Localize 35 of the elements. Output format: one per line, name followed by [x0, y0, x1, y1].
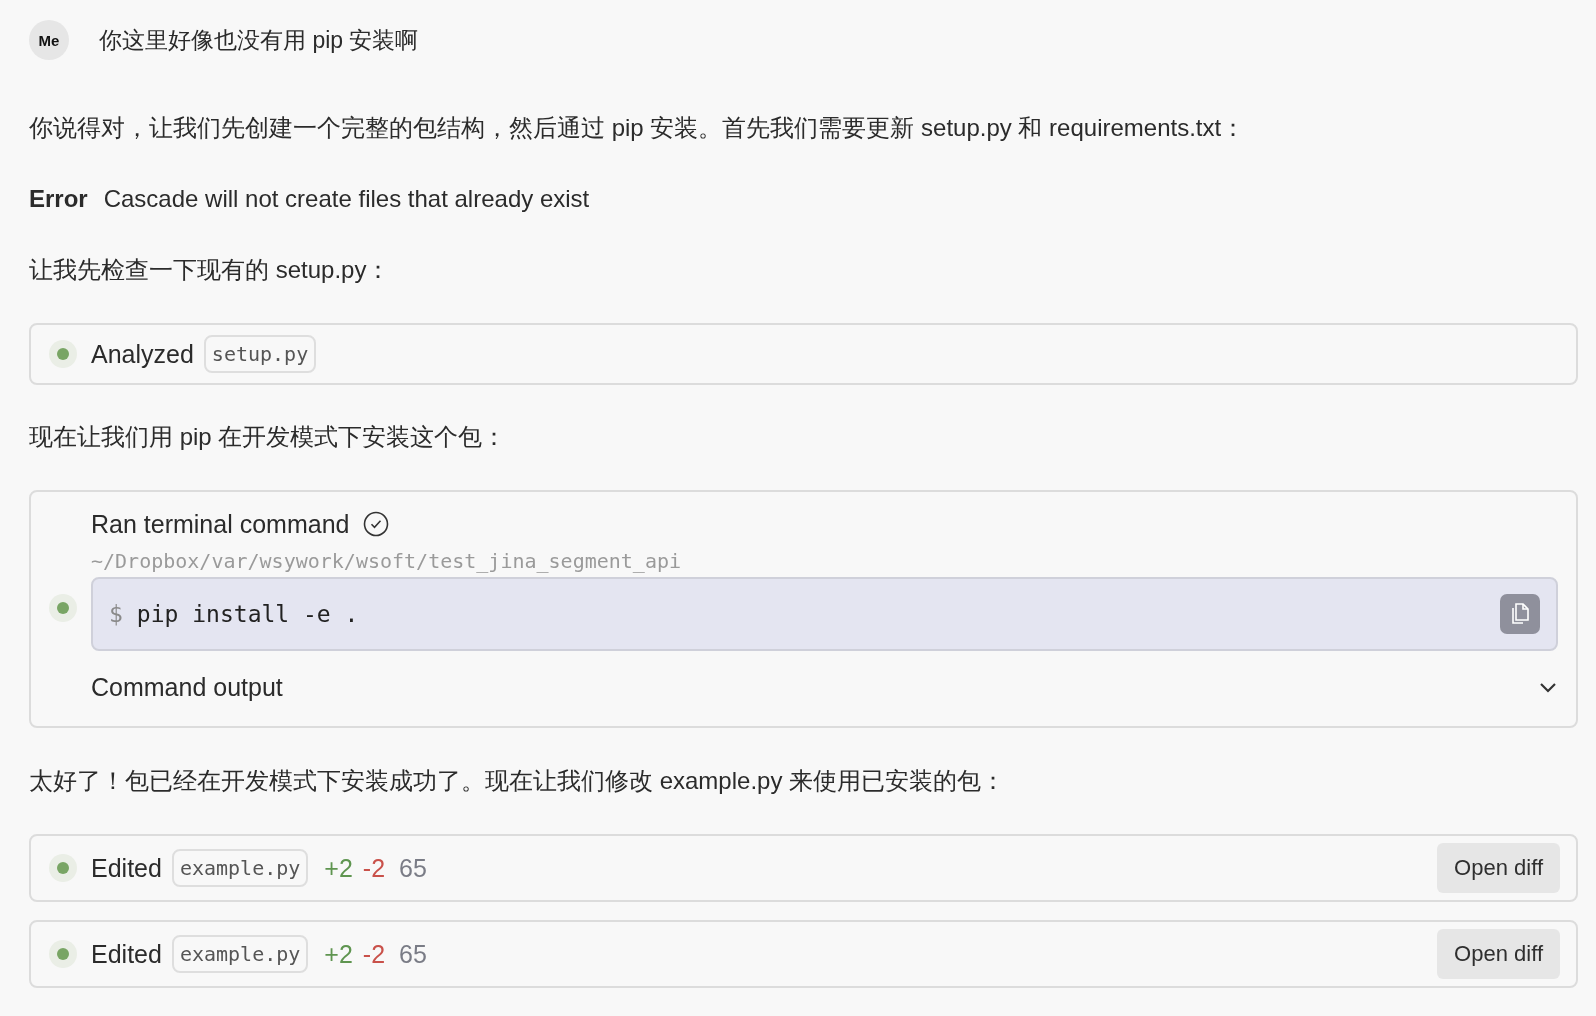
- file-chip: setup.py: [203, 335, 317, 373]
- status-dot-icon: [49, 854, 77, 882]
- status-dot-icon: [49, 940, 77, 968]
- lines-added: +2: [324, 939, 353, 969]
- command-output-toggle[interactable]: Command output: [91, 651, 1558, 710]
- open-diff-button[interactable]: Open diff: [1437, 843, 1560, 893]
- step-action: Analyzed: [91, 339, 194, 369]
- status-dot-icon: [49, 340, 77, 368]
- step-action: Edited: [91, 939, 162, 969]
- working-directory: ~/Dropbox/var/wsywork/wsoft/test_jina_segment_api: [91, 549, 682, 573]
- copy-icon: [1509, 602, 1531, 626]
- message-text: 你这里好像也没有用 pip 安装啊: [99, 25, 419, 55]
- copy-button[interactable]: [1500, 594, 1540, 634]
- lines-removed: -2: [362, 939, 386, 969]
- open-diff-button[interactable]: Open diff: [1437, 929, 1560, 979]
- step-action: Edited: [91, 853, 162, 883]
- chevron-icon: [1538, 680, 1558, 695]
- error-message: Cascade will not create files that already exist: [103, 184, 590, 214]
- response-text: 太好了！包已经在开发模式下安装成功了。现在让我们修改 example.py 来使用已安装的包：: [29, 766, 1007, 796]
- status-dot-icon: [49, 593, 77, 622]
- step-title: Ran terminal command: [91, 509, 350, 539]
- response-text: 让我先检查一下现有的 setup.py：: [29, 255, 392, 285]
- prompt-symbol: $: [109, 601, 123, 627]
- avatar: Me: [29, 20, 69, 60]
- file-chip: example.py: [171, 935, 309, 973]
- response-text: 你说得对，让我们先创建一个完整的包结构，然后通过 pip 安装。首先我们需要更新 setup.py 和 requirements.txt：: [29, 113, 1247, 143]
- lines-added: +2: [324, 853, 353, 883]
- line-count: 65: [399, 939, 427, 969]
- error-label: Error: [29, 184, 88, 214]
- file-chip: example.py: [171, 849, 309, 887]
- line-count: 65: [399, 853, 427, 883]
- lines-removed: -2: [362, 853, 386, 883]
- response-text: 现在让我们用 pip 在开发模式下安装这个包：: [29, 422, 508, 452]
- check-circle-icon: [363, 511, 390, 537]
- command-text: pip install -e .: [136, 601, 360, 627]
